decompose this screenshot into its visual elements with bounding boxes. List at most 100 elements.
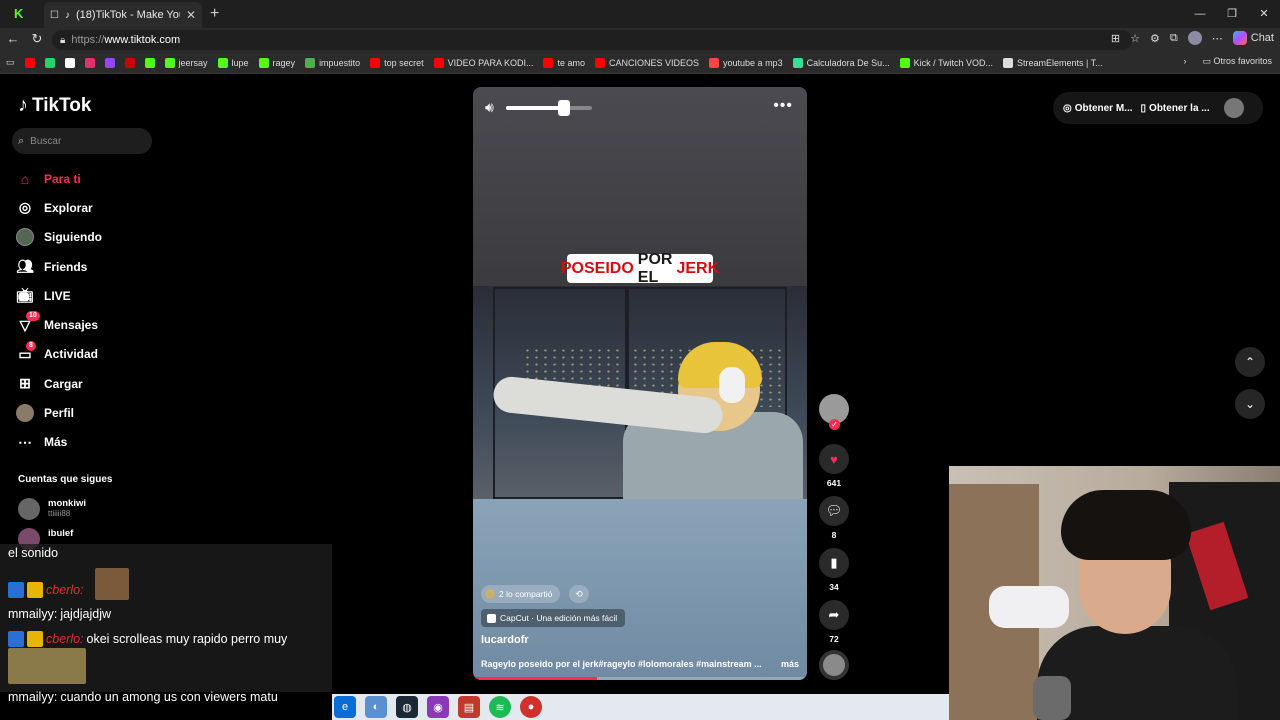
video-author[interactable]: lucardofr <box>481 634 529 646</box>
chevron-right-icon[interactable]: › <box>1183 56 1186 67</box>
following-item[interactable]: monkiwi ttiiiii88 <box>18 498 86 520</box>
bookmark-item[interactable]: youtube a mp3 <box>709 57 783 68</box>
profile-avatar[interactable] <box>1187 31 1202 45</box>
video-caption: POSEIDO POR EL JERK <box>561 251 719 286</box>
video-app-icon[interactable]: ▤ <box>458 696 480 718</box>
bookmark-item[interactable] <box>64 57 75 68</box>
bookmark-item[interactable]: lupe <box>217 57 249 68</box>
chevron-up-icon[interactable]: ⌃ <box>1235 347 1265 377</box>
sidebar-item-explorar[interactable]: ◎ Explorar <box>16 193 196 222</box>
bookmark-icon <box>24 57 35 68</box>
tiktok-logo[interactable]: ♪ TikTok <box>18 94 91 117</box>
more-link[interactable]: más <box>781 659 799 669</box>
bookmark-item[interactable] <box>104 57 115 68</box>
description-text: Rageylo poseido por el jerk#rageylo #lol… <box>481 659 762 669</box>
bookmark-item[interactable]: VIDEO PARA KODI... <box>433 57 533 68</box>
sidebar-item-live[interactable]: 📺︎ LIVE <box>16 281 196 310</box>
like-button[interactable]: ♥ 641 <box>819 444 849 488</box>
extensions-icon[interactable]: ⚙ <box>1150 32 1160 45</box>
spotify-icon[interactable]: ≋ <box>489 696 511 718</box>
bookmark-icon: ▮ <box>819 548 849 578</box>
follow-check-icon[interactable]: ✓ <box>829 419 840 430</box>
share-button[interactable]: ➦ 72 <box>819 600 849 644</box>
bookmark-icon <box>370 57 381 68</box>
url-field[interactable]: 🔒︎ https://www.tiktok.com <box>52 30 1132 50</box>
chat-message: mmailyy: jajdjajdjw <box>8 607 111 621</box>
browser-icon[interactable]: ◐ <box>365 696 387 718</box>
bookmark-item[interactable]: ragey <box>258 57 295 68</box>
chevron-down-icon[interactable]: ⌄ <box>1235 389 1265 419</box>
other-favorites[interactable]: ▭ Otros favoritos <box>1202 56 1272 67</box>
back-icon[interactable]: ← <box>4 31 22 46</box>
repost-icon[interactable]: ⟲ <box>569 585 589 603</box>
restore-icon[interactable]: ❐ <box>1216 0 1248 28</box>
bookmark-icon <box>305 57 316 68</box>
sidebar-item-friends[interactable]: 👥︎ Friends <box>16 252 196 281</box>
bookmark-label: lupe <box>231 57 249 68</box>
bookmark-item[interactable]: CANCIONES VIDEOS <box>595 57 699 68</box>
bookmark-item[interactable] <box>44 57 55 68</box>
sidebar-item-label: Siguiendo <box>44 230 102 245</box>
steam-icon[interactable]: ◍ <box>396 696 418 718</box>
bookmark-item[interactable]: Calculadora De Su... <box>792 57 890 68</box>
get-coins-button[interactable]: ◎ Obtener M... <box>1063 103 1133 114</box>
bookmark-item[interactable] <box>24 57 35 68</box>
video-player[interactable]: POSEIDO POR EL JERK 🔊︎ ••• 2 lo comparti… <box>473 87 807 680</box>
sidebar-item-siguiendo[interactable]: Siguiendo <box>16 223 196 252</box>
action-column: ✓ ♥ 641 💬︎ 8 ▮ 34 ➦ 72 <box>817 394 851 680</box>
close-tab-icon[interactable]: ✕ <box>186 8 196 22</box>
app-icon[interactable]: ● <box>520 696 542 718</box>
reading-list-icon[interactable]: ▭ <box>6 57 15 68</box>
get-app-button[interactable]: ▯ Obtener la ... <box>1141 103 1210 114</box>
obs-icon[interactable]: ◉ <box>427 696 449 718</box>
bookmark-item[interactable]: StreamElements | T... <box>1002 57 1103 68</box>
edge-icon[interactable]: e <box>334 696 356 718</box>
bookmark-item[interactable] <box>84 57 95 68</box>
shared-chip[interactable]: 2 lo compartió <box>481 585 561 603</box>
save-button[interactable]: ▮ 34 <box>819 548 849 592</box>
volume-slider[interactable] <box>505 99 592 116</box>
new-tab-button[interactable]: + <box>210 5 219 23</box>
close-window-icon[interactable]: ✕ <box>1248 0 1280 28</box>
menu-icon[interactable]: ⋯ <box>1212 32 1223 45</box>
chat-message: mmailyy: cuando un among us con viewers … <box>8 690 278 704</box>
star-icon[interactable]: ☆ <box>1130 32 1140 45</box>
search-input[interactable] <box>30 135 141 147</box>
minimize-icon[interactable]: — <box>1184 0 1216 28</box>
chat-text: cuando un among us con viewers matu <box>60 690 278 704</box>
bookmark-item[interactable] <box>124 57 135 68</box>
volume-thumb[interactable] <box>558 99 571 116</box>
bookmark-item[interactable] <box>144 57 155 68</box>
capcut-chip[interactable]: CapCut · Una edición más fácil <box>481 609 626 627</box>
phone-icon: ▯ <box>1140 102 1147 114</box>
sidebar-item-actividad[interactable]: ▭ 8 Actividad <box>16 340 196 369</box>
bookmark-label: top secret <box>384 57 424 68</box>
volume-icon[interactable]: 🔊︎ <box>485 99 494 116</box>
sidebar-item-mas[interactable]: ⋯ Más <box>16 428 196 457</box>
sidebar-item-cargar[interactable]: ⊞ Cargar <box>16 369 196 398</box>
tab-tiktok[interactable]: ☐ ♪ (18)TikTok - Make Your Day ✕ <box>44 2 202 28</box>
messages-badge: 10 <box>26 311 40 322</box>
more-options-icon[interactable]: ••• <box>773 97 793 115</box>
sidebar-item-para-ti[interactable]: ⌂ Para ti <box>16 164 196 193</box>
collections-icon[interactable]: ⧉ <box>1170 32 1178 45</box>
sidebar-item-mensajes[interactable]: ▽ 10 Mensajes <box>16 310 196 339</box>
bookmark-item[interactable]: jeersay <box>164 57 208 68</box>
refresh-icon[interactable]: ↻ <box>28 31 46 47</box>
kick-tab-icon[interactable]: K <box>14 6 34 22</box>
crown-badge-icon <box>27 582 43 598</box>
bookmark-item[interactable]: top secret <box>370 57 424 68</box>
bookmark-item[interactable]: impuestito <box>305 57 360 68</box>
music-disc-icon[interactable] <box>819 650 849 680</box>
share-count: 72 <box>829 634 839 644</box>
profile-avatar[interactable] <box>1223 98 1244 118</box>
bookmark-item[interactable]: Kick / Twitch VOD... <box>899 57 993 68</box>
creator-avatar[interactable]: ✓ <box>819 394 849 430</box>
bookmark-label: te amo <box>557 57 585 68</box>
bookmark-item[interactable]: te amo <box>543 57 585 68</box>
app-icon[interactable]: ⊞ <box>1111 32 1120 45</box>
comment-button[interactable]: 💬︎ 8 <box>819 496 849 540</box>
chat-button[interactable]: Chat <box>1232 31 1274 45</box>
sidebar-item-perfil[interactable]: Perfil <box>16 398 196 427</box>
video-progress[interactable] <box>473 677 807 680</box>
